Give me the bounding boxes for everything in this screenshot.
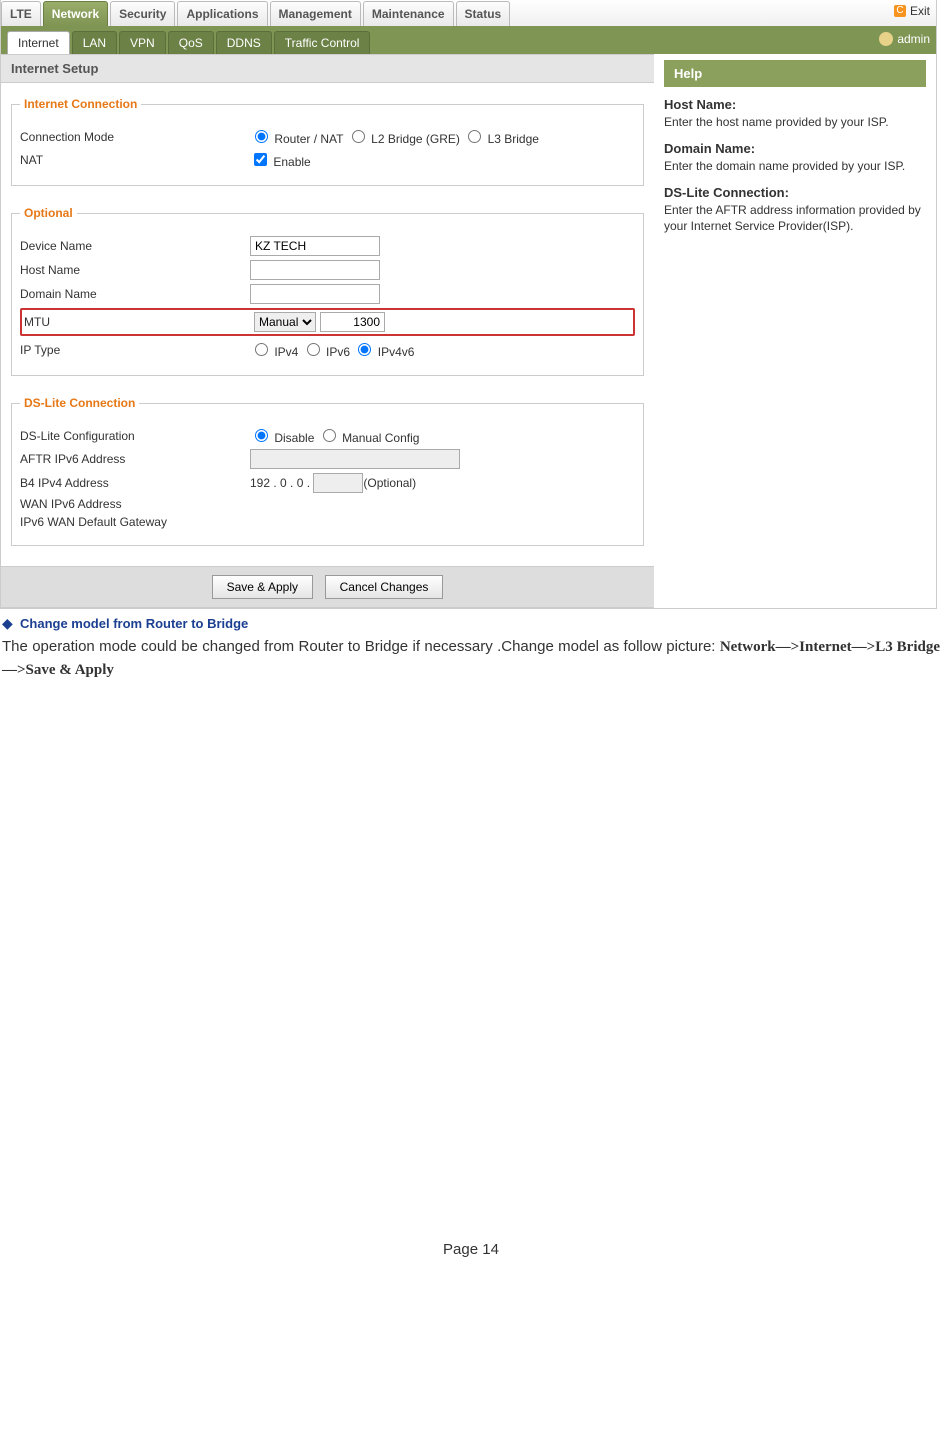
- subtab-lan[interactable]: LAN: [72, 31, 117, 54]
- input-mtu-value[interactable]: [320, 312, 385, 332]
- row-mtu-highlighted: MTU Manual: [20, 308, 635, 336]
- admin-indicator: admin: [879, 32, 930, 46]
- help-panel: Help Host Name: Enter the host name prov…: [654, 54, 936, 251]
- doc-sentence: The operation mode could be changed from…: [2, 638, 720, 655]
- tab-management[interactable]: Management: [270, 1, 361, 26]
- doc-section-title: Change model from Router to Bridge: [20, 616, 248, 631]
- subtab-qos[interactable]: QoS: [168, 31, 214, 54]
- button-bar: Save & Apply Cancel Changes: [1, 566, 654, 608]
- input-b4-octet: [313, 473, 363, 493]
- sub-tab-bar: Internet LAN VPN QoS DDNS Traffic Contro…: [1, 26, 936, 54]
- page-number: Page 14: [0, 1241, 942, 1278]
- exit-icon: C: [894, 5, 906, 17]
- main-tab-bar: LTE Network Security Applications Manage…: [1, 0, 936, 26]
- legend-dslite: DS-Lite Connection: [20, 396, 139, 410]
- fieldset-internet-connection: Internet Connection Connection Mode Rout…: [11, 97, 644, 186]
- admin-label: admin: [897, 32, 930, 46]
- cancel-button[interactable]: Cancel Changes: [325, 575, 444, 599]
- radio-ipv4v6[interactable]: IPv4v6: [353, 340, 414, 359]
- legend-internet-connection: Internet Connection: [20, 97, 141, 111]
- exit-link[interactable]: C Exit: [894, 4, 930, 18]
- help-dslite-heading: DS-Lite Connection:: [664, 185, 926, 200]
- input-host-name[interactable]: [250, 260, 380, 280]
- subtab-internet[interactable]: Internet: [7, 31, 70, 54]
- tab-network[interactable]: Network: [43, 1, 108, 26]
- b4-optional-note: (Optional): [363, 476, 416, 490]
- save-apply-button[interactable]: Save & Apply: [212, 575, 313, 599]
- select-mtu-mode[interactable]: Manual: [254, 312, 316, 332]
- tab-lte[interactable]: LTE: [1, 1, 41, 26]
- input-domain-name[interactable]: [250, 284, 380, 304]
- help-domain-text: Enter the domain name provided by your I…: [664, 158, 926, 175]
- page-title: Internet Setup: [1, 54, 654, 83]
- radio-ipv4[interactable]: IPv4: [250, 340, 298, 359]
- tab-status[interactable]: Status: [456, 1, 511, 26]
- label-dslite-config: DS-Lite Configuration: [20, 429, 250, 443]
- radio-ipv6[interactable]: IPv6: [302, 340, 350, 359]
- router-admin-screenshot: LTE Network Security Applications Manage…: [0, 0, 937, 609]
- fieldset-dslite: DS-Lite Connection DS-Lite Configuration…: [11, 396, 644, 546]
- label-domain-name: Domain Name: [20, 287, 250, 301]
- radio-dslite-manual[interactable]: Manual Config: [318, 426, 420, 445]
- checkbox-nat-enable[interactable]: Enable: [250, 150, 311, 169]
- label-wan-ipv6: WAN IPv6 Address: [20, 497, 250, 511]
- help-title: Help: [664, 60, 926, 87]
- radio-l2-bridge[interactable]: L2 Bridge (GRE): [347, 127, 460, 146]
- bullet-icon: ◆: [2, 615, 13, 631]
- tab-security[interactable]: Security: [110, 1, 175, 26]
- user-icon: [879, 32, 893, 46]
- document-text: ◆ Change model from Router to Bridge The…: [0, 609, 942, 681]
- help-host-heading: Host Name:: [664, 97, 926, 112]
- input-aftr: [250, 449, 460, 469]
- radio-dslite-disable[interactable]: Disable: [250, 426, 314, 445]
- tab-maintenance[interactable]: Maintenance: [363, 1, 454, 26]
- label-ipv6-gateway: IPv6 WAN Default Gateway: [20, 515, 250, 529]
- label-b4: B4 IPv4 Address: [20, 476, 250, 490]
- input-device-name[interactable]: [250, 236, 380, 256]
- label-aftr: AFTR IPv6 Address: [20, 452, 250, 466]
- legend-optional: Optional: [20, 206, 77, 220]
- help-host-text: Enter the host name provided by your ISP…: [664, 114, 926, 131]
- exit-label: Exit: [910, 4, 930, 18]
- doc-body: The operation mode could be changed from…: [2, 636, 940, 681]
- tab-applications[interactable]: Applications: [177, 1, 267, 26]
- help-domain-heading: Domain Name:: [664, 141, 926, 156]
- subtab-vpn[interactable]: VPN: [119, 31, 166, 54]
- label-device-name: Device Name: [20, 239, 250, 253]
- subtab-ddns[interactable]: DDNS: [216, 31, 272, 54]
- fieldset-optional: Optional Device Name Host Name Domain Na…: [11, 206, 644, 376]
- subtab-traffic[interactable]: Traffic Control: [274, 31, 371, 54]
- radio-router-nat[interactable]: Router / NAT: [250, 127, 343, 146]
- label-host-name: Host Name: [20, 263, 250, 277]
- label-nat: NAT: [20, 153, 250, 167]
- label-ip-type: IP Type: [20, 343, 250, 357]
- b4-prefix: 192 . 0 . 0 .: [250, 476, 310, 490]
- help-dslite-text: Enter the AFTR address information provi…: [664, 202, 926, 236]
- label-connection-mode: Connection Mode: [20, 130, 250, 144]
- radio-l3-bridge[interactable]: L3 Bridge: [463, 127, 539, 146]
- label-mtu: MTU: [24, 315, 254, 329]
